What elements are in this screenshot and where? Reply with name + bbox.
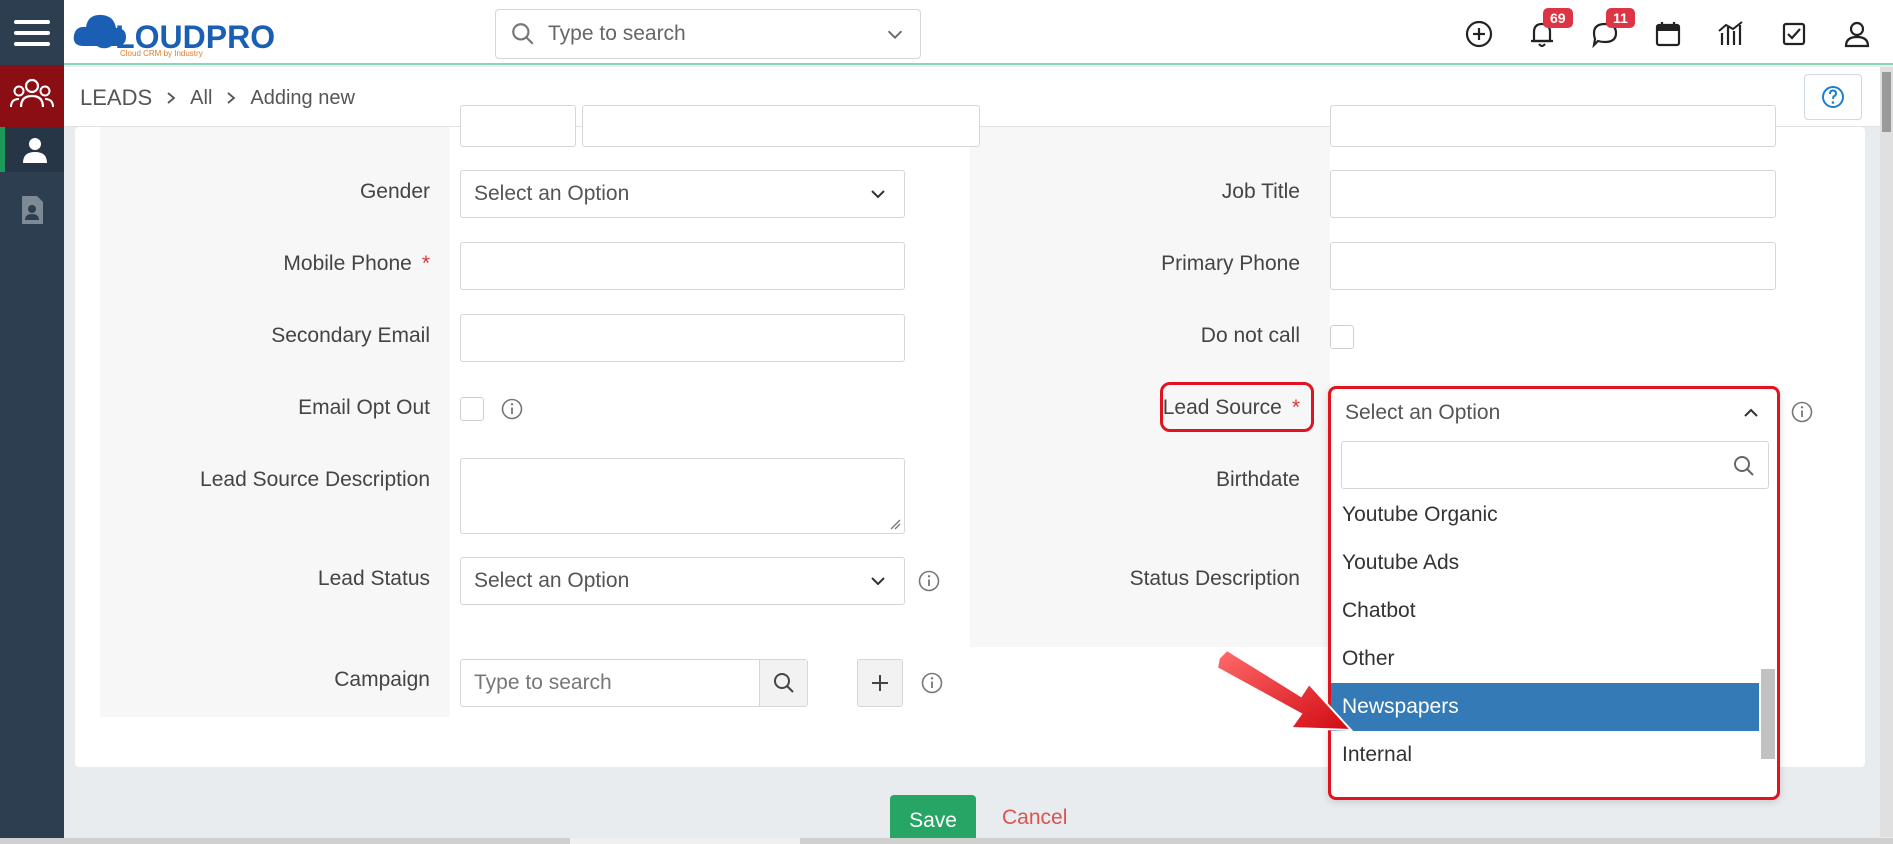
- lead-source-description-textarea[interactable]: [460, 458, 905, 534]
- chevron-up-icon: [1744, 408, 1758, 417]
- sidebar-item-leads[interactable]: [0, 65, 64, 127]
- scrollbar-thumb[interactable]: [1882, 72, 1891, 132]
- help-button[interactable]: [1804, 74, 1862, 120]
- secondary-email-label: Secondary Email: [271, 324, 430, 347]
- menu-icon[interactable]: [0, 0, 64, 65]
- birthdate-label: Birthdate: [1215, 468, 1300, 491]
- status-description-label: Status Description: [1129, 567, 1300, 590]
- lead-source-description-label: Lead Source Description: [200, 468, 430, 491]
- save-button[interactable]: Save: [890, 795, 976, 844]
- users-group-icon: [10, 78, 54, 108]
- left-sidebar: [0, 65, 64, 844]
- chevron-right-icon: [227, 92, 236, 104]
- lead-status-select-value: Select an Option: [474, 569, 630, 592]
- contact-card-icon: [22, 196, 43, 224]
- dropdown-option[interactable]: Other: [1331, 635, 1759, 683]
- job-title-label: Job Title: [1221, 180, 1300, 203]
- search-icon: [512, 23, 534, 45]
- job-title-field[interactable]: [1330, 170, 1776, 218]
- salutation-select[interactable]: [460, 105, 576, 147]
- sidebar-item-contacts[interactable]: [0, 127, 64, 172]
- task-checkbox-icon[interactable]: [1777, 17, 1811, 51]
- info-icon[interactable]: [917, 569, 941, 593]
- user-profile-icon[interactable]: [1840, 17, 1874, 51]
- calendar-icon[interactable]: [1651, 17, 1685, 51]
- breadcrumb: LEADS All Adding new: [80, 85, 355, 111]
- email-opt-out-label: Email Opt Out: [298, 396, 430, 419]
- cancel-button[interactable]: Cancel: [1002, 806, 1067, 830]
- scrollbar-thumb[interactable]: [570, 838, 800, 844]
- dropdown-option[interactable]: Internal: [1331, 731, 1759, 779]
- lead-source-select[interactable]: Select an Option: [1331, 389, 1777, 437]
- email-field[interactable]: [1330, 105, 1776, 147]
- dropdown-option[interactable]: Youtube Organic: [1331, 491, 1759, 539]
- do-not-call-label: Do not call: [1200, 324, 1300, 347]
- chevron-down-icon[interactable]: [884, 23, 906, 45]
- breadcrumb-filter[interactable]: All: [190, 87, 212, 110]
- lead-source-select-value: Select an Option: [1345, 401, 1501, 424]
- mobile-phone-label-text: Mobile Phone: [283, 252, 412, 275]
- first-name-field[interactable]: [582, 105, 980, 147]
- question-icon: [1822, 86, 1844, 108]
- page-vertical-scrollbar[interactable]: [1880, 67, 1893, 837]
- lead-status-select[interactable]: Select an Option: [460, 557, 905, 605]
- breadcrumb-current: Adding new: [250, 86, 355, 109]
- mobile-phone-field[interactable]: [460, 242, 905, 290]
- info-icon[interactable]: [500, 397, 524, 421]
- info-icon[interactable]: [920, 671, 944, 695]
- logo-tagline: Cloud CRM by Industry: [120, 49, 203, 58]
- campaign-search-button[interactable]: [759, 660, 807, 706]
- email-opt-out-checkbox[interactable]: [460, 397, 484, 421]
- sidebar-item-documents[interactable]: [0, 180, 64, 240]
- global-search-input[interactable]: Type to search: [495, 9, 921, 59]
- annotation-arrow-icon: [1215, 650, 1354, 732]
- secondary-email-field[interactable]: [460, 314, 905, 362]
- required-mark: *: [421, 252, 430, 275]
- search-icon: [773, 673, 794, 693]
- breadcrumb-module[interactable]: LEADS: [80, 85, 152, 111]
- gender-label: Gender: [359, 180, 430, 203]
- lead-source-dropdown[interactable]: Select an Option Youtube Organic Youtube…: [1328, 386, 1780, 800]
- dropdown-options-list: Youtube Organic Youtube Ads Chatbot Othe…: [1331, 491, 1759, 779]
- chevron-down-icon: [871, 577, 885, 586]
- dropdown-search-input[interactable]: [1341, 441, 1769, 489]
- page-horizontal-scrollbar[interactable]: [0, 838, 1893, 844]
- gender-select-value: Select an Option: [474, 182, 630, 205]
- add-circle-icon[interactable]: [1462, 17, 1496, 51]
- dropdown-option[interactable]: Chatbot: [1331, 587, 1759, 635]
- notifications-badge: 69: [1543, 8, 1573, 28]
- dropdown-scrollbar[interactable]: [1761, 669, 1775, 759]
- messages-button[interactable]: 11: [1588, 8, 1635, 51]
- person-icon: [22, 137, 47, 163]
- gender-select[interactable]: Select an Option: [460, 170, 905, 218]
- resize-handle-icon[interactable]: [889, 518, 901, 530]
- search-icon: [1734, 456, 1754, 476]
- top-header: CLOUDPRO Cloud CRM by Industry Type to s…: [0, 0, 1893, 65]
- cloudpro-logo[interactable]: CLOUDPRO Cloud CRM by Industry: [70, 6, 300, 58]
- left-labels-column: [100, 127, 450, 717]
- chevron-right-icon: [167, 92, 176, 104]
- lead-source-highlight: [1160, 382, 1314, 432]
- primary-phone-field[interactable]: [1330, 242, 1776, 290]
- lead-status-label: Lead Status: [317, 567, 430, 590]
- mobile-phone-label: Mobile Phone *: [100, 252, 460, 276]
- messages-badge: 11: [1606, 8, 1635, 28]
- global-search-placeholder: Type to search: [548, 22, 686, 45]
- campaign-search-input[interactable]: Type to search: [460, 659, 808, 707]
- plus-icon: [872, 675, 888, 691]
- analytics-icon[interactable]: [1714, 17, 1748, 51]
- dropdown-option[interactable]: Youtube Ads: [1331, 539, 1759, 587]
- dropdown-option-highlighted[interactable]: Newspapers: [1331, 683, 1759, 731]
- do-not-call-checkbox[interactable]: [1330, 325, 1354, 349]
- primary-phone-label: Primary Phone: [1161, 252, 1300, 275]
- campaign-label: Campaign: [334, 668, 430, 691]
- chevron-down-icon: [871, 190, 885, 199]
- add-campaign-button[interactable]: [857, 659, 903, 707]
- campaign-search-placeholder: Type to search: [474, 671, 612, 694]
- notifications-button[interactable]: 69: [1525, 8, 1573, 51]
- info-icon[interactable]: [1790, 400, 1814, 424]
